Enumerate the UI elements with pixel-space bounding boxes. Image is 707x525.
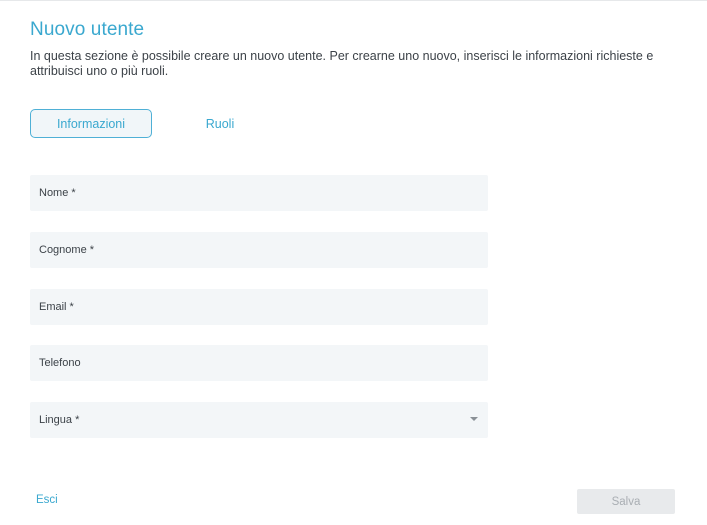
page-title: Nuovo utente (30, 19, 145, 40)
email-field-label: Email * (39, 301, 74, 313)
tab-ruoli[interactable]: Ruoli (190, 110, 250, 138)
telefono-field[interactable]: Telefono (30, 345, 488, 381)
tab-informazioni[interactable]: Informazioni (30, 109, 152, 138)
lingua-select-label: Lingua * (39, 414, 80, 426)
nome-field-label: Nome * (39, 187, 76, 199)
email-field[interactable]: Email * (30, 289, 488, 325)
save-button[interactable]: Salva (577, 489, 675, 514)
exit-link[interactable]: Esci (36, 494, 58, 506)
cognome-field[interactable]: Cognome * (30, 232, 488, 268)
telefono-field-label: Telefono (39, 357, 81, 369)
lingua-select[interactable]: Lingua * (30, 402, 488, 438)
cognome-field-label: Cognome * (39, 244, 95, 256)
new-user-page: Nuovo utente In questa sezione è possibi… (0, 0, 707, 525)
chevron-down-icon[interactable] (470, 417, 478, 421)
nome-field[interactable]: Nome * (30, 175, 488, 211)
page-description: In questa sezione è possibile creare un … (30, 49, 654, 78)
